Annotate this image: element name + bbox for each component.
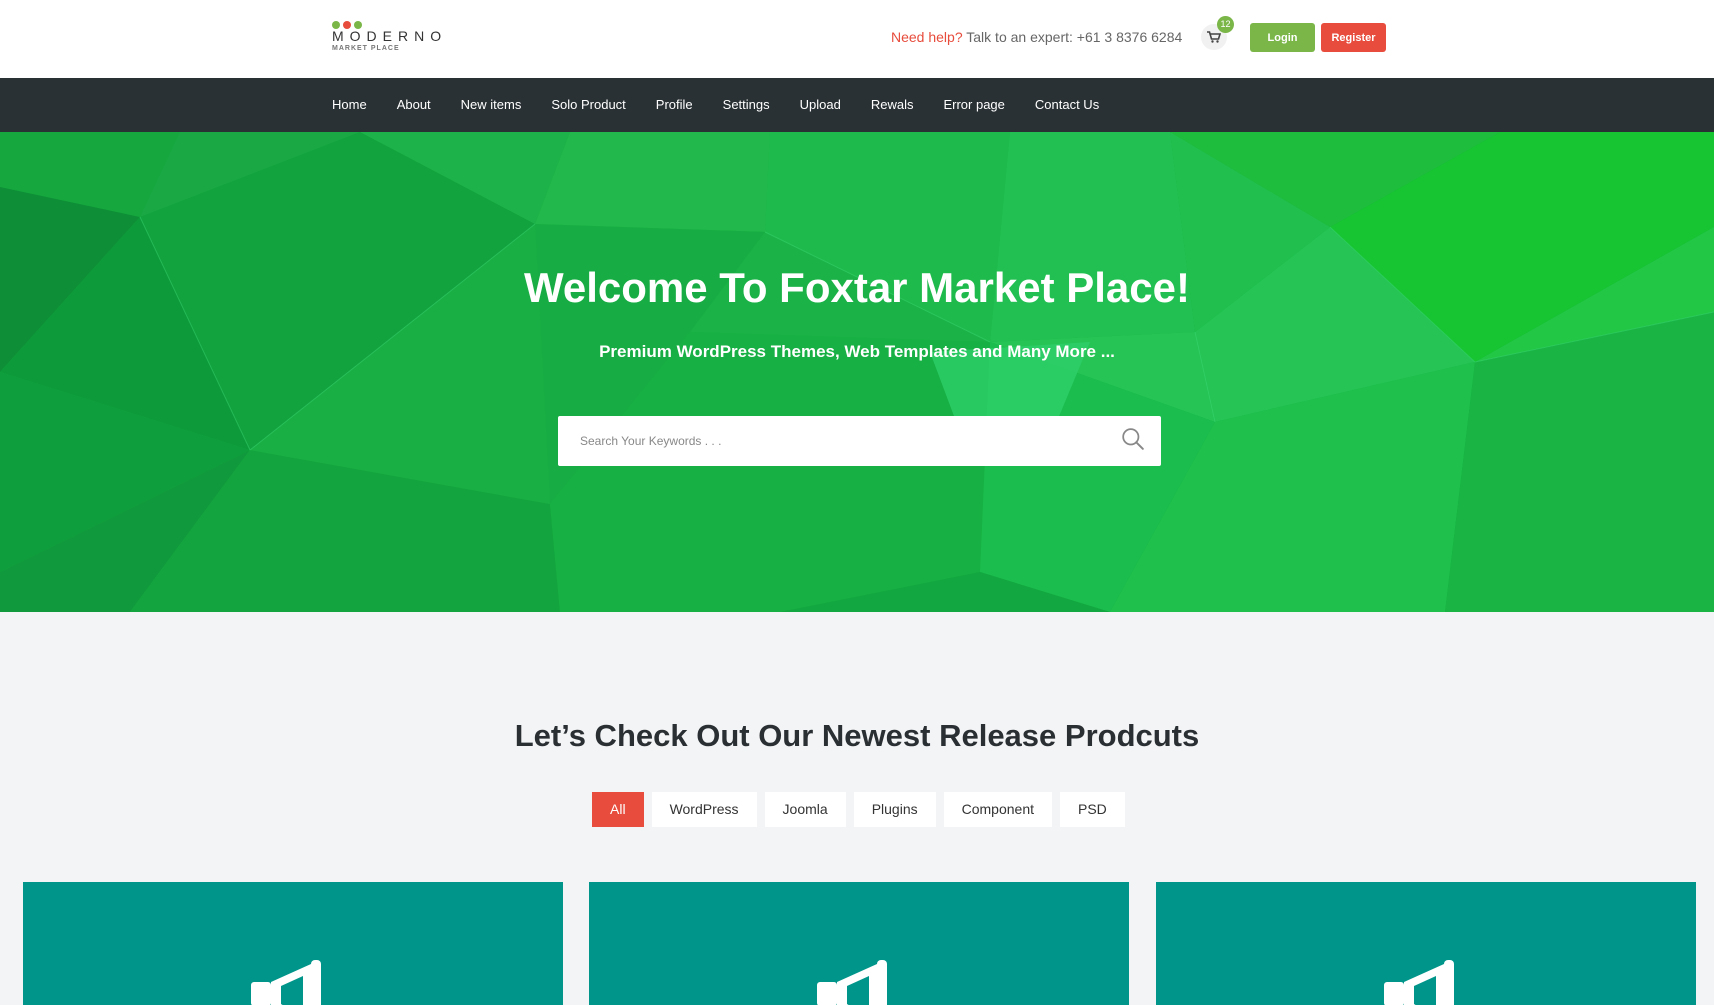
nav-item-settings[interactable]: Settings	[708, 78, 785, 132]
nav-item-rewals[interactable]: Rewals	[856, 78, 929, 132]
cart-count-badge: 12	[1217, 16, 1234, 33]
search-icon[interactable]	[1121, 427, 1145, 451]
filter-component[interactable]: Component	[943, 792, 1052, 827]
nav-item-solo-product[interactable]: Solo Product	[536, 78, 640, 132]
nav-item-upload[interactable]: Upload	[785, 78, 856, 132]
nav-item-new-items[interactable]: New items	[446, 78, 537, 132]
search-box	[558, 416, 1161, 466]
products-heading: Let’s Check Out Our Newest Release Prodc…	[514, 718, 1200, 753]
brand-tagline: MARKET PLACE	[332, 45, 400, 52]
nav-item-error-page[interactable]: Error page	[928, 78, 1019, 132]
hero-title: Welcome To Foxtar Market Place!	[524, 264, 1190, 311]
filter-all[interactable]: All	[592, 792, 644, 827]
hero-banner: Welcome To Foxtar Market Place! Premium …	[0, 132, 1714, 612]
help-highlight: Need help?	[891, 29, 963, 45]
nav-item-contact-us[interactable]: Contact Us	[1020, 78, 1114, 132]
nav-item-about[interactable]: About	[382, 78, 446, 132]
cart-icon	[1207, 31, 1221, 43]
filter-joomla[interactable]: Joomla	[764, 792, 846, 827]
register-button[interactable]: Register	[1321, 23, 1386, 52]
top-header: MODERNO MARKET PLACE Need help? Talk to …	[0, 0, 1714, 78]
megaphone-icon	[817, 960, 887, 1005]
filter-wordpress[interactable]: WordPress	[651, 792, 757, 827]
logo-dots	[332, 16, 365, 29]
filter-psd[interactable]: PSD	[1060, 792, 1125, 827]
nav-item-home[interactable]: Home	[317, 78, 382, 132]
product-card[interactable]	[1156, 882, 1696, 1005]
help-contact: Need help? Talk to an expert: +61 3 8376…	[891, 29, 1182, 45]
megaphone-icon	[251, 960, 321, 1005]
product-card[interactable]	[589, 882, 1129, 1005]
hero-subtitle: Premium WordPress Themes, Web Templates …	[599, 342, 1115, 361]
nav-list: Home About New items Solo Product Profil…	[317, 78, 1114, 132]
product-filter-tabs: All WordPress Joomla Plugins Component P…	[592, 792, 1125, 827]
megaphone-icon	[1384, 960, 1454, 1005]
main-nav: Home About New items Solo Product Profil…	[0, 78, 1714, 132]
filter-plugins[interactable]: Plugins	[853, 792, 936, 827]
nav-item-profile[interactable]: Profile	[641, 78, 708, 132]
hero-polygon-background	[0, 132, 1714, 612]
brand-logo[interactable]: MODERNO MARKET PLACE	[332, 16, 452, 56]
brand-name: MODERNO	[332, 28, 448, 44]
login-button[interactable]: Login	[1250, 23, 1315, 52]
search-input[interactable]	[558, 416, 1098, 466]
help-text: Talk to an expert: +61 3 8376 6284	[966, 29, 1183, 45]
product-card[interactable]	[23, 882, 563, 1005]
